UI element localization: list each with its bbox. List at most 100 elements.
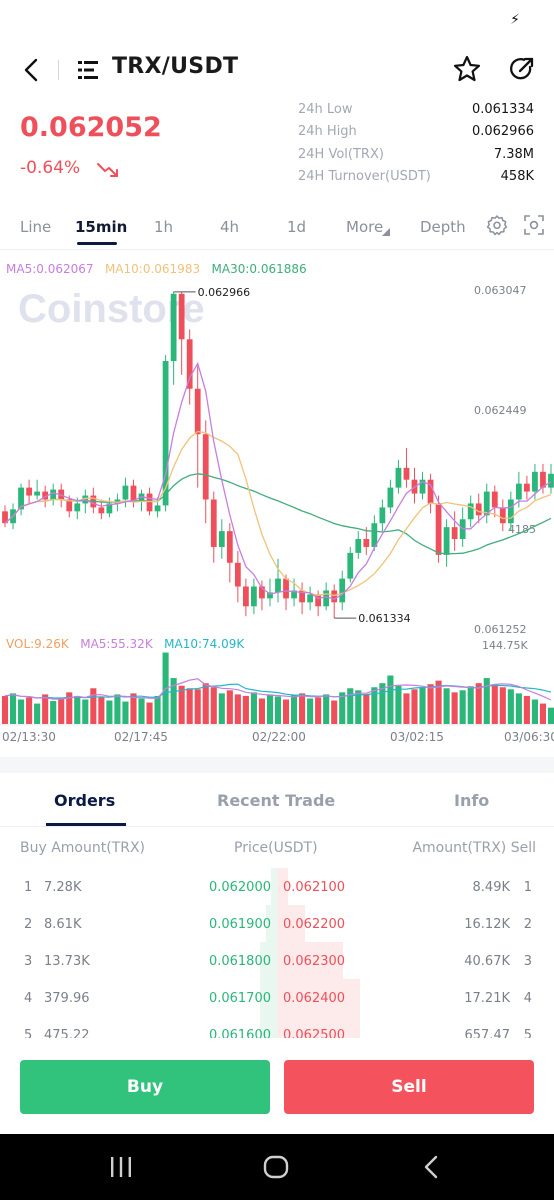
sell-amount: 16.12K xyxy=(464,917,510,932)
gear-icon[interactable] xyxy=(486,214,508,236)
order-book-row[interactable]: 3 13.73K 0.061800 0.062300 40.67K 3 xyxy=(0,942,554,979)
sell-button[interactable]: Sell xyxy=(284,1060,534,1114)
candle-body xyxy=(532,471,538,492)
tab-1h[interactable]: 1h xyxy=(154,218,173,236)
price-axis-label: 4185 xyxy=(508,523,536,536)
candle-body xyxy=(242,586,249,607)
vol-legend: VOL:9.26K MA5:55.32K MA10:74.09K xyxy=(6,637,244,651)
tab-1d[interactable]: 1d xyxy=(287,218,306,236)
kline-chart[interactable]: Coinstore 0.063047 0.062449 0.061252 4185 0.0… xyxy=(0,250,554,750)
candle-body xyxy=(34,491,41,496)
tab-depth[interactable]: Depth xyxy=(420,218,466,236)
volume-bar xyxy=(363,694,370,724)
candle-body xyxy=(194,388,201,435)
ask-price: 0.062100 xyxy=(283,880,346,895)
candle-body xyxy=(307,594,314,603)
bid-index: 5 xyxy=(24,1028,33,1038)
tab-orders[interactable]: Orders xyxy=(54,791,115,810)
volume-bar xyxy=(274,696,282,724)
share-icon[interactable] xyxy=(507,54,537,84)
low-marker-label: 0.061334 xyxy=(358,612,411,625)
tab-line[interactable]: Line xyxy=(20,218,51,236)
volume-bar xyxy=(419,687,426,724)
star-icon[interactable] xyxy=(452,54,482,84)
candle-body xyxy=(218,531,225,547)
volume-bar xyxy=(266,694,274,724)
candle-body xyxy=(74,503,81,512)
volume-bar xyxy=(74,695,81,724)
time-axis-label: 03/06:30 xyxy=(504,730,554,744)
sell-amount: 40.67K xyxy=(464,954,510,969)
price-header: Price(USDT) xyxy=(234,840,318,856)
tab-more[interactable]: More xyxy=(346,218,383,236)
volume-bar xyxy=(427,684,434,724)
active-order-tab-indicator xyxy=(46,823,126,826)
tab-info[interactable]: Info xyxy=(454,791,489,810)
volume-bar xyxy=(507,689,514,724)
back-icon[interactable] xyxy=(16,54,48,86)
volume-bar xyxy=(387,675,394,724)
ma30-legend: MA30:0.061886 xyxy=(211,262,307,276)
volume-bar xyxy=(42,694,49,724)
candle-body xyxy=(363,539,370,547)
volume-bar xyxy=(523,695,530,724)
volume-bar xyxy=(467,686,474,724)
back-nav-icon[interactable] xyxy=(420,1154,442,1180)
order-book-row[interactable]: 5 475.22 0.061600 0.062500 657.47 5 xyxy=(0,1016,554,1038)
candle-body xyxy=(98,507,105,514)
candle-body xyxy=(499,507,506,524)
stat-value: 458K xyxy=(500,169,534,185)
candle-body xyxy=(395,467,402,488)
candle-body xyxy=(491,491,498,508)
sell-amount: 657.47 xyxy=(464,1028,511,1038)
order-book-header: Buy Amount(TRX) Price(USDT) Amount(TRX) … xyxy=(20,840,536,860)
menu-icon[interactable] xyxy=(74,56,102,84)
pair-title[interactable]: TRX/USDT xyxy=(112,54,238,79)
volume-bar xyxy=(315,697,322,724)
candle-body xyxy=(443,527,450,555)
order-book-row[interactable]: 4 379.96 0.061700 0.062400 17.21K 4 xyxy=(0,979,554,1016)
volume-bar xyxy=(499,687,506,724)
candle-body xyxy=(347,552,354,579)
candle-body xyxy=(387,487,394,508)
status-bar: ⚡ xyxy=(0,0,554,44)
volume-bar xyxy=(547,707,554,724)
candle-body xyxy=(283,578,289,599)
volume-bar xyxy=(18,699,25,724)
order-book-row[interactable]: 1 7.28K 0.062000 0.062100 8.49K 1 xyxy=(0,868,554,905)
candle-body xyxy=(315,594,322,607)
order-book-row[interactable]: 2 8.61K 0.061900 0.062200 16.12K 2 xyxy=(0,905,554,942)
nav-divider xyxy=(58,60,59,80)
candle-body xyxy=(475,503,482,516)
candle-body xyxy=(50,489,57,500)
bid-index: 1 xyxy=(24,880,33,895)
volume-bar xyxy=(291,695,298,724)
stat-row: 24h High 0.062966 xyxy=(298,121,534,144)
buy-amount: 379.96 xyxy=(44,991,90,1006)
price-axis-label: 0.061252 xyxy=(474,623,527,636)
volume-bar xyxy=(411,689,418,724)
candle-body xyxy=(331,590,338,603)
bid-price: 0.061800 xyxy=(208,954,271,969)
recents-icon[interactable] xyxy=(108,1155,134,1179)
tab-15min[interactable]: 15min xyxy=(75,218,127,236)
home-icon[interactable] xyxy=(262,1154,290,1180)
ask-index: 5 xyxy=(523,1028,532,1038)
buy-button[interactable]: Buy xyxy=(20,1060,270,1114)
order-book: 1 7.28K 0.062000 0.062100 8.49K 1 2 8.61… xyxy=(0,868,554,1038)
candle-body xyxy=(403,467,410,480)
fullscreen-icon[interactable] xyxy=(523,214,545,236)
time-axis-label: 02/13:30 xyxy=(2,730,56,744)
candle-body xyxy=(26,487,32,496)
volume-bar xyxy=(50,701,57,724)
vol-legend-value: VOL:9.26K xyxy=(6,637,69,651)
sell-amount: 17.21K xyxy=(464,991,510,1006)
volume-bar xyxy=(202,683,209,724)
candle-body xyxy=(355,539,362,553)
bolt-icon: ⚡ xyxy=(510,12,520,28)
tab-4h[interactable]: 4h xyxy=(220,218,239,236)
volume-bar xyxy=(210,687,217,724)
stat-label: 24h High xyxy=(298,124,357,140)
tab-recent-trade[interactable]: Recent Trade xyxy=(217,791,335,810)
trend-down-icon xyxy=(97,163,118,177)
